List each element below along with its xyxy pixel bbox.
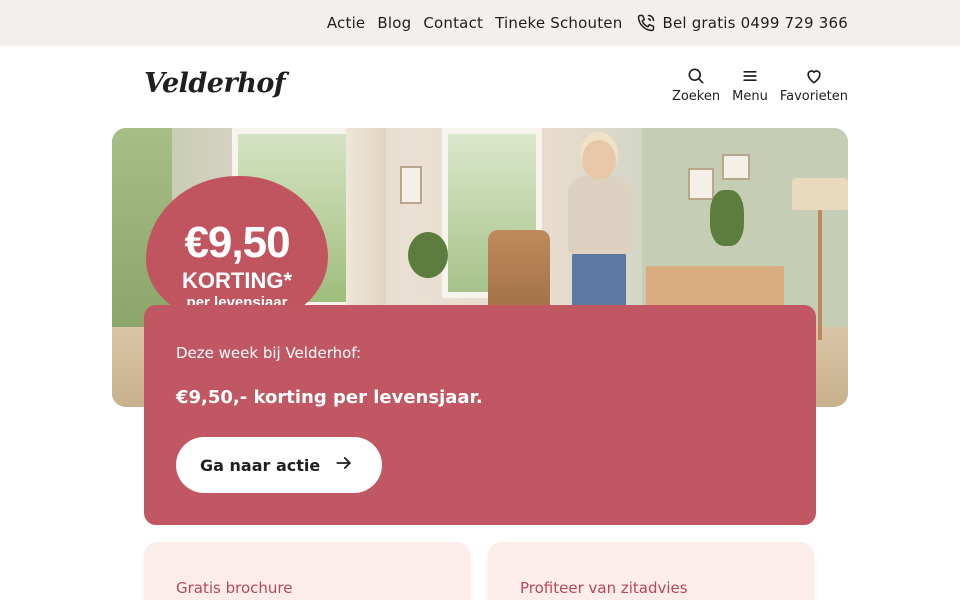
favorites-label: Favorieten	[779, 89, 848, 104]
card-title: Gratis brochure	[176, 579, 293, 597]
logo[interactable]: Velderhof	[144, 68, 285, 99]
search-label: Zoeken	[671, 89, 721, 104]
hero-person	[568, 176, 632, 254]
hero-lamp-stand	[818, 210, 822, 340]
hero-lamp	[792, 178, 848, 210]
brochure-card[interactable]: Gratis brochure	[144, 542, 470, 600]
menu-icon	[740, 66, 760, 86]
go-to-promotion-button[interactable]: Ga naar actie	[176, 437, 382, 493]
discount-badge: €9,50 KORTING* per levensjaar	[146, 176, 328, 326]
hero-picture-frame	[400, 166, 422, 204]
nav-link-actie[interactable]: Actie	[327, 14, 366, 32]
hero-person	[572, 252, 626, 312]
nav-link-tineke-schouten[interactable]: Tineke Schouten	[495, 14, 622, 32]
menu-label: Menu	[732, 89, 768, 104]
card-title: Profiteer van zitadvies	[520, 579, 688, 597]
header-actions: Zoeken Menu Favorieten	[672, 66, 848, 104]
top-nav: Actie Blog Contact Tineke Schouten Bel g…	[327, 0, 848, 46]
hero-person	[582, 140, 616, 180]
hero-plant	[408, 232, 448, 278]
badge-label: KORTING*	[182, 268, 292, 293]
nav-link-contact[interactable]: Contact	[423, 14, 483, 32]
phone-label: Bel gratis 0499 729 366	[662, 14, 848, 32]
hero-curtain	[346, 128, 386, 328]
promo-kicker: Deze week bij Velderhof:	[176, 344, 362, 362]
hero-plant-pot	[418, 278, 438, 296]
site-header: Velderhof Zoeken Menu Favorieten	[0, 46, 960, 128]
hero-plant	[710, 190, 744, 246]
hero-picture-frame	[722, 154, 750, 180]
search-icon	[686, 66, 706, 86]
phone-link[interactable]: Bel gratis 0499 729 366	[636, 13, 848, 33]
favorites-button[interactable]: Favorieten	[780, 66, 848, 104]
top-bar: Actie Blog Contact Tineke Schouten Bel g…	[0, 0, 960, 46]
heart-icon	[804, 66, 824, 86]
badge-amount: €9,50	[184, 218, 290, 267]
arrow-right-icon	[334, 453, 354, 477]
hero-picture-frame	[688, 168, 714, 200]
nav-link-blog[interactable]: Blog	[377, 14, 411, 32]
seating-advice-card[interactable]: Profiteer van zitadvies	[488, 542, 814, 600]
search-button[interactable]: Zoeken	[672, 66, 720, 104]
promo-button-label: Ga naar actie	[200, 455, 321, 475]
promo-title: €9,50,- korting per levensjaar.	[176, 387, 483, 408]
menu-button[interactable]: Menu	[732, 66, 768, 104]
promo-panel: Deze week bij Velderhof: €9,50,- korting…	[144, 305, 816, 525]
phone-icon	[636, 13, 656, 33]
